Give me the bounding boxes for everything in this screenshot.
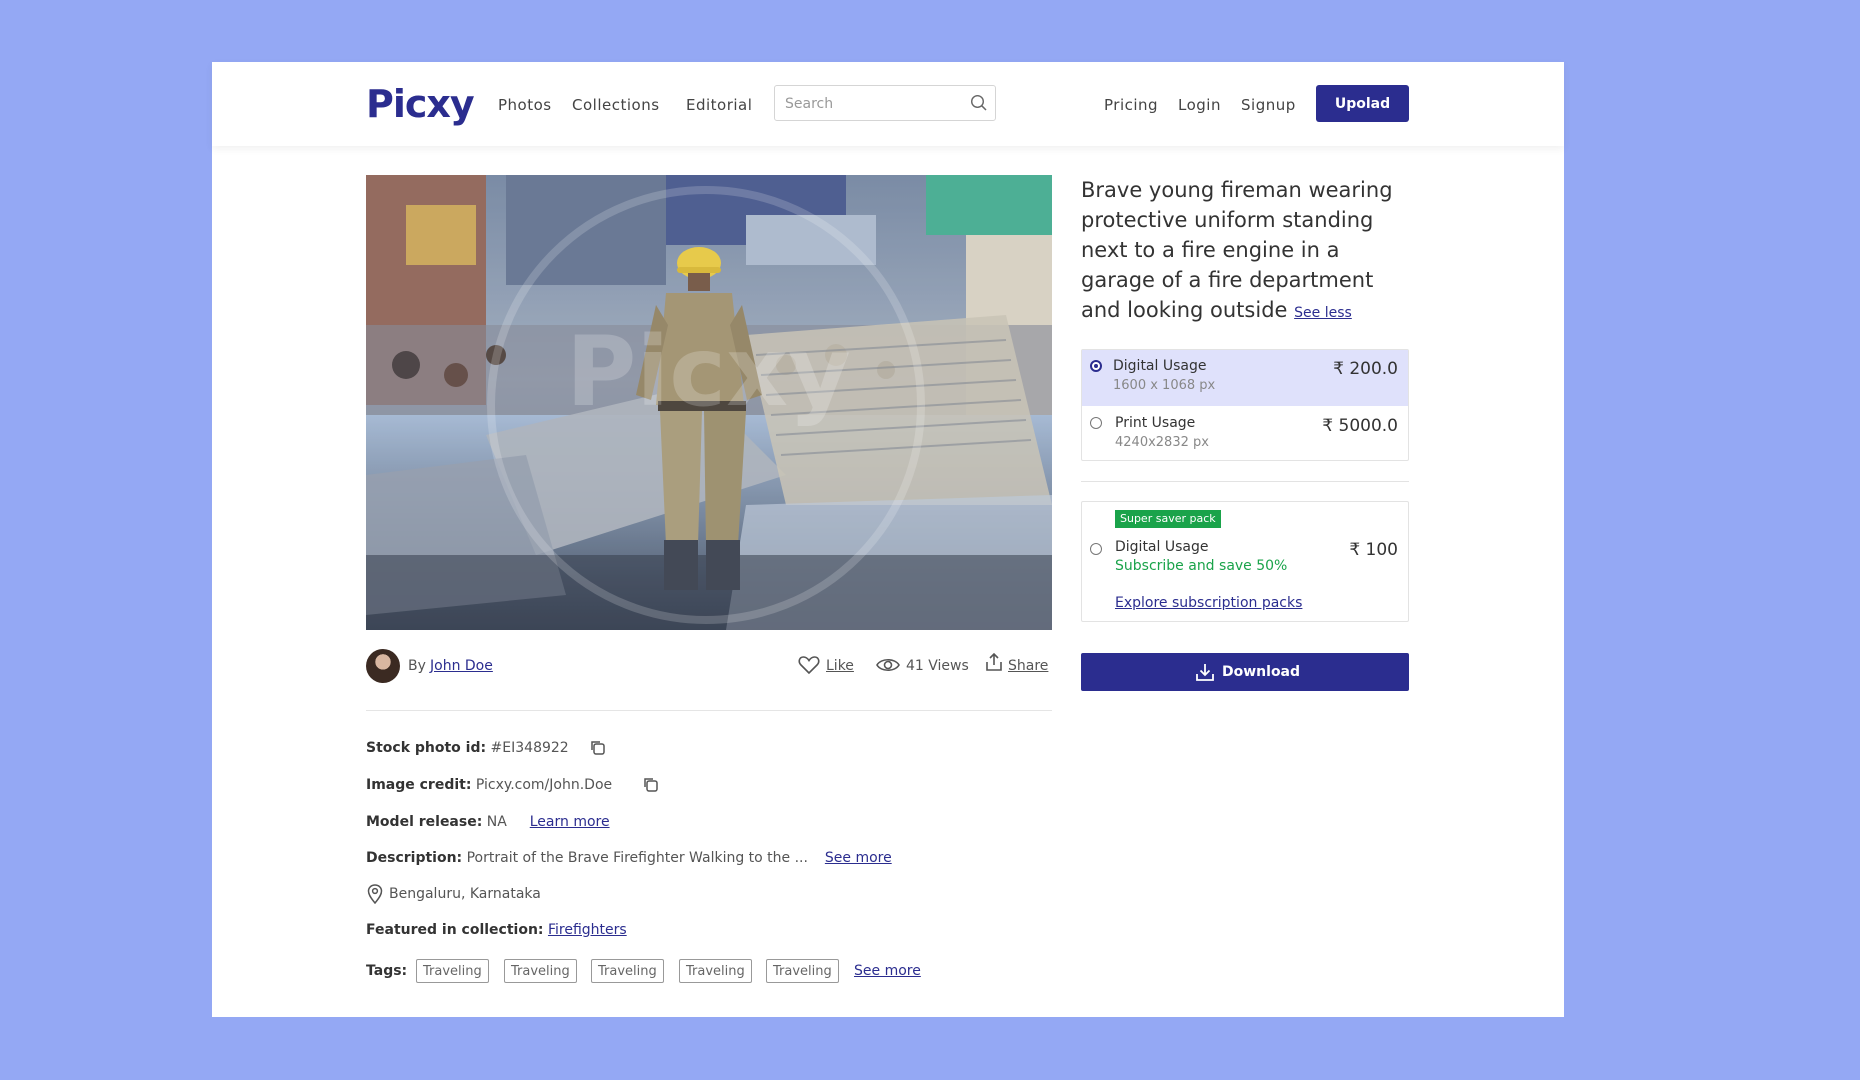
radio-selected[interactable]: [1090, 360, 1102, 372]
model-release-row: Model release: NA Learn more: [366, 814, 610, 830]
option-dimensions: 1600 x 1068 px: [1113, 378, 1216, 393]
tag-chip[interactable]: Traveling: [766, 959, 839, 983]
radio-unselected[interactable]: [1090, 543, 1102, 555]
model-release-label: Model release:: [366, 814, 483, 830]
location-pin-icon: [367, 884, 383, 904]
saver-subtitle: Subscribe and save 50%: [1115, 558, 1288, 574]
usage-options: Digital Usage 1600 x 1068 px ₹ 200.0 Pri…: [1081, 349, 1409, 461]
stock-id-row: Stock photo id: #EI348922: [366, 740, 569, 756]
collection-label: Featured in collection:: [366, 922, 544, 938]
nav-login[interactable]: Login: [1178, 96, 1221, 114]
nav-photos[interactable]: Photos: [498, 96, 552, 114]
tags-see-more-link[interactable]: See more: [854, 963, 921, 979]
collection-link[interactable]: Firefighters: [548, 922, 627, 938]
print-usage-option[interactable]: Print Usage 4240x2832 px ₹ 5000.0: [1082, 406, 1408, 462]
radio-unselected[interactable]: [1090, 417, 1102, 429]
tag-chip[interactable]: Traveling: [416, 959, 489, 983]
heart-icon[interactable]: [798, 655, 820, 675]
image-credit-value: Picxy.com/John.Doe: [475, 777, 613, 793]
super-saver-badge: Super saver pack: [1115, 510, 1221, 528]
tag-chip[interactable]: Traveling: [504, 959, 577, 983]
picxy-logo[interactable]: Picxy: [366, 82, 475, 126]
divider: [366, 710, 1052, 711]
copy-icon[interactable]: [642, 776, 660, 794]
option-price: ₹ 200.0: [1333, 359, 1398, 379]
author-avatar[interactable]: [366, 649, 400, 683]
photo-title-text: Brave young fireman wearing protective u…: [1081, 178, 1393, 322]
upload-button[interactable]: Upolad: [1316, 85, 1409, 122]
saver-price: ₹ 100: [1349, 540, 1398, 560]
nav-pricing[interactable]: Pricing: [1104, 96, 1158, 114]
search-box: [774, 85, 996, 121]
super-saver-option[interactable]: Super saver pack Digital Usage Subscribe…: [1081, 501, 1409, 622]
eye-icon: [876, 658, 900, 672]
share-icon[interactable]: [985, 652, 1003, 672]
option-name: Print Usage: [1115, 415, 1196, 431]
collection-row: Featured in collection: Firefighters: [366, 922, 627, 938]
option-price: ₹ 5000.0: [1322, 416, 1398, 436]
image-credit-label: Image credit:: [366, 777, 472, 793]
watermark-text: Picxy: [566, 316, 851, 428]
stock-id-label: Stock photo id:: [366, 740, 487, 756]
by-label: By: [408, 658, 426, 674]
download-icon: [1196, 664, 1214, 681]
description-row: Description: Portrait of the Brave Firef…: [366, 850, 892, 866]
description-label: Description:: [366, 850, 463, 866]
saver-option-name: Digital Usage: [1115, 539, 1209, 555]
location-text: Bengaluru, Karnataka: [389, 886, 541, 902]
explore-subscription-link[interactable]: Explore subscription packs: [1115, 595, 1302, 611]
download-button[interactable]: Download: [1081, 653, 1409, 691]
photo-title: Brave young fireman wearing protective u…: [1081, 175, 1411, 328]
option-name: Digital Usage: [1113, 358, 1207, 374]
stock-id-value: #EI348922: [490, 740, 569, 756]
description-see-more-link[interactable]: See more: [825, 850, 892, 866]
divider: [1081, 481, 1409, 482]
description-value: Portrait of the Brave Firefighter Walkin…: [466, 850, 808, 866]
search-icon[interactable]: [970, 94, 988, 112]
like-button[interactable]: Like: [826, 658, 854, 674]
fireman-photo-illustration: Picxy: [366, 175, 1052, 630]
tag-chip[interactable]: Traveling: [591, 959, 664, 983]
digital-usage-option[interactable]: Digital Usage 1600 x 1068 px ₹ 200.0: [1082, 350, 1408, 406]
nav-editorial[interactable]: Editorial: [686, 96, 752, 114]
share-button[interactable]: Share: [1008, 658, 1048, 674]
author-link[interactable]: John Doe: [430, 658, 493, 674]
copy-icon[interactable]: [589, 739, 607, 757]
views-count: 41 Views: [906, 658, 969, 674]
nav-collections[interactable]: Collections: [572, 96, 660, 114]
search-input[interactable]: [783, 92, 967, 116]
page-card: Picxy Photos Collections Editorial Prici…: [212, 62, 1564, 1017]
download-label: Download: [1222, 664, 1301, 680]
main-photo[interactable]: Picxy: [366, 175, 1052, 630]
option-dimensions: 4240x2832 px: [1115, 435, 1209, 450]
top-navbar: Picxy Photos Collections Editorial Prici…: [212, 62, 1564, 146]
see-less-link[interactable]: See less: [1294, 305, 1352, 321]
learn-more-link[interactable]: Learn more: [530, 814, 610, 830]
tag-chip[interactable]: Traveling: [679, 959, 752, 983]
model-release-value: NA: [486, 814, 507, 830]
image-credit-row: Image credit: Picxy.com/John.Doe: [366, 777, 612, 793]
tags-label: Tags:: [366, 963, 408, 979]
nav-signup[interactable]: Signup: [1241, 96, 1296, 114]
